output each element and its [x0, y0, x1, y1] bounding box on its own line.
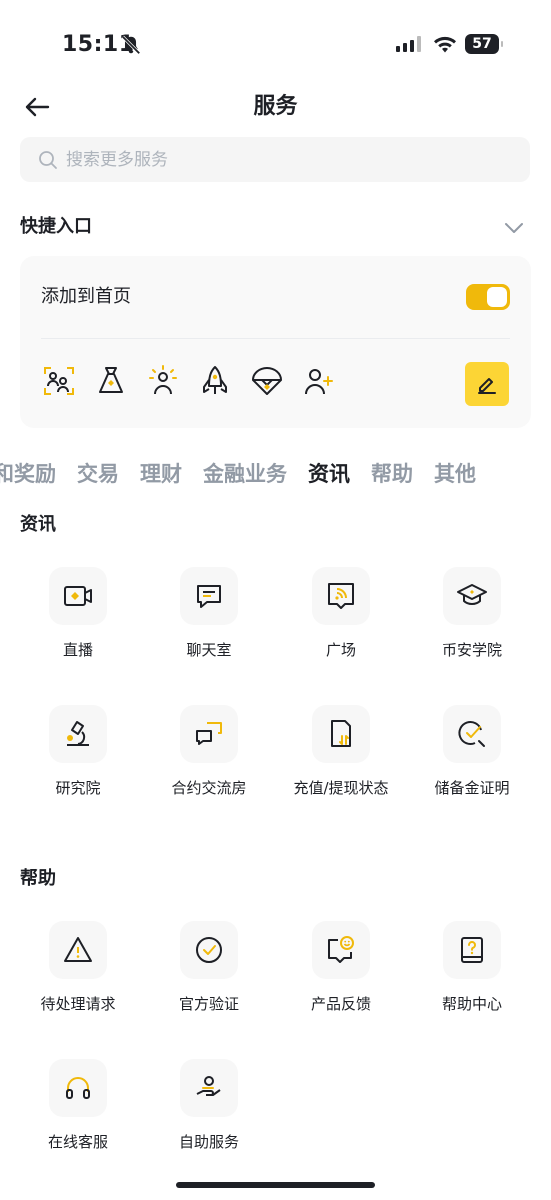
headset-icon	[66, 1077, 90, 1099]
section-title-help: 帮助	[20, 868, 56, 889]
grid-item-research[interactable]: 研究院	[12, 705, 144, 799]
chevron-down-icon[interactable]	[502, 216, 526, 240]
bell-muted-icon	[121, 35, 141, 55]
square-feed-icon	[328, 583, 354, 609]
grid-item-icon-wrap	[49, 1059, 107, 1117]
quick-access-icons	[42, 364, 336, 398]
grid-item-icon-wrap	[443, 705, 501, 763]
grid-item-icon-wrap	[312, 705, 370, 763]
grid-item-icon-wrap	[443, 921, 501, 979]
transfer-status-icon	[331, 720, 351, 747]
add-to-home-toggle[interactable]	[466, 284, 510, 310]
tab-financial-services[interactable]: 金融业务	[203, 458, 287, 490]
add-to-home-label: 添加到首页	[41, 286, 131, 307]
grid-item-label: 聊天室	[186, 641, 232, 659]
grid-item-chatroom[interactable]: 聊天室	[143, 567, 275, 661]
page-title: 服务	[253, 94, 298, 119]
proof-check-icon	[458, 721, 485, 747]
grid-item-icon-wrap	[180, 567, 238, 625]
rocket-icon[interactable]	[198, 364, 232, 398]
grid-item-label: 待处理请求	[40, 995, 116, 1013]
grid-item-label: 储备金证明	[434, 779, 510, 797]
grid-item-icon-wrap	[180, 705, 238, 763]
warning-icon	[64, 937, 92, 962]
search-bar[interactable]	[20, 137, 530, 182]
signal-icon	[396, 36, 421, 52]
tab-help[interactable]: 帮助	[371, 458, 413, 490]
grid-item-label: 直播	[62, 641, 93, 659]
money-bag-icon[interactable]	[94, 364, 128, 398]
chat-bubbles-icon	[196, 722, 222, 745]
back-button[interactable]	[22, 92, 52, 122]
grid-item-icon-wrap	[443, 567, 501, 625]
grid-item-label: 研究院	[55, 779, 101, 797]
quick-access-card: 添加到首页	[20, 256, 531, 428]
help-book-icon	[461, 937, 483, 963]
parachute-icon[interactable]	[250, 364, 284, 398]
grid-item-live[interactable]: 直播	[12, 567, 144, 661]
chat-icon	[197, 585, 221, 608]
grid-item-icon-wrap	[49, 567, 107, 625]
graduation-cap-icon	[457, 584, 487, 605]
grid-item-label: 币安学院	[441, 641, 502, 659]
grid-item-deposit-status[interactable]: 充值/提现状态	[275, 705, 407, 799]
user-scan-icon[interactable]	[42, 364, 76, 398]
tab-trade[interactable]: 交易	[77, 458, 119, 490]
grid-item-label: 充值/提现状态	[293, 779, 389, 797]
grid-item-icon-wrap	[312, 567, 370, 625]
grid-item-icon-wrap	[180, 921, 238, 979]
grid-item-online-support[interactable]: 在线客服	[12, 1059, 144, 1153]
grid-item-icon-wrap	[312, 921, 370, 979]
grid-item-icon-wrap	[49, 921, 107, 979]
grid-item-help-center[interactable]: 帮助中心	[406, 921, 538, 1015]
grid-item-official-verification[interactable]: 官方验证	[143, 921, 275, 1015]
section-title-news: 资讯	[20, 514, 56, 535]
edit-button[interactable]	[465, 362, 509, 406]
grid-item-label: 广场	[325, 641, 356, 659]
grid-item-label: 在线客服	[47, 1133, 108, 1151]
grid-item-futures-room[interactable]: 合约交流房	[143, 705, 275, 799]
wifi-icon	[434, 36, 456, 53]
tab-news[interactable]: 资讯	[308, 458, 350, 490]
self-service-icon	[196, 1076, 221, 1096]
search-icon	[39, 150, 57, 169]
grid-item-pending-requests[interactable]: 待处理请求	[12, 921, 144, 1015]
feedback-smile-icon	[328, 936, 354, 963]
verified-check-icon	[196, 937, 222, 963]
grid-item-product-feedback[interactable]: 产品反馈	[275, 921, 407, 1015]
battery-icon: 57	[465, 34, 503, 54]
microscope-icon	[67, 721, 89, 746]
grid-item-label: 产品反馈	[310, 995, 371, 1013]
add-user-icon[interactable]	[302, 364, 336, 398]
category-tabs: 动和奖励 交易 理财 金融业务 资讯 帮助 其他	[0, 458, 551, 492]
grid-item-icon-wrap	[49, 705, 107, 763]
grid-item-square[interactable]: 广场	[275, 567, 407, 661]
quick-access-title: 快捷入口	[20, 216, 92, 237]
grid-item-label: 自助服务	[178, 1133, 239, 1151]
grid-item-icon-wrap	[180, 1059, 238, 1117]
grid-item-label: 官方验证	[178, 995, 239, 1013]
grid-item-label: 帮助中心	[441, 995, 502, 1013]
search-input[interactable]	[66, 149, 486, 170]
grid-item-proof-of-reserves[interactable]: 储备金证明	[406, 705, 538, 799]
home-indicator[interactable]	[176, 1182, 375, 1188]
arrow-left-icon	[25, 97, 50, 117]
status-bar: 15:11 57	[0, 0, 551, 90]
pencil-icon	[478, 378, 496, 394]
tab-other[interactable]: 其他	[434, 458, 476, 490]
divider	[41, 338, 510, 339]
tab-activities[interactable]: 动和奖励	[0, 458, 56, 490]
grid-item-label: 合约交流房	[171, 779, 247, 797]
tab-finance[interactable]: 理财	[140, 458, 182, 490]
live-video-icon	[64, 586, 92, 606]
sun-person-icon[interactable]	[146, 364, 180, 398]
grid-item-academy[interactable]: 币安学院	[406, 567, 538, 661]
grid-item-self-service[interactable]: 自助服务	[143, 1059, 275, 1153]
